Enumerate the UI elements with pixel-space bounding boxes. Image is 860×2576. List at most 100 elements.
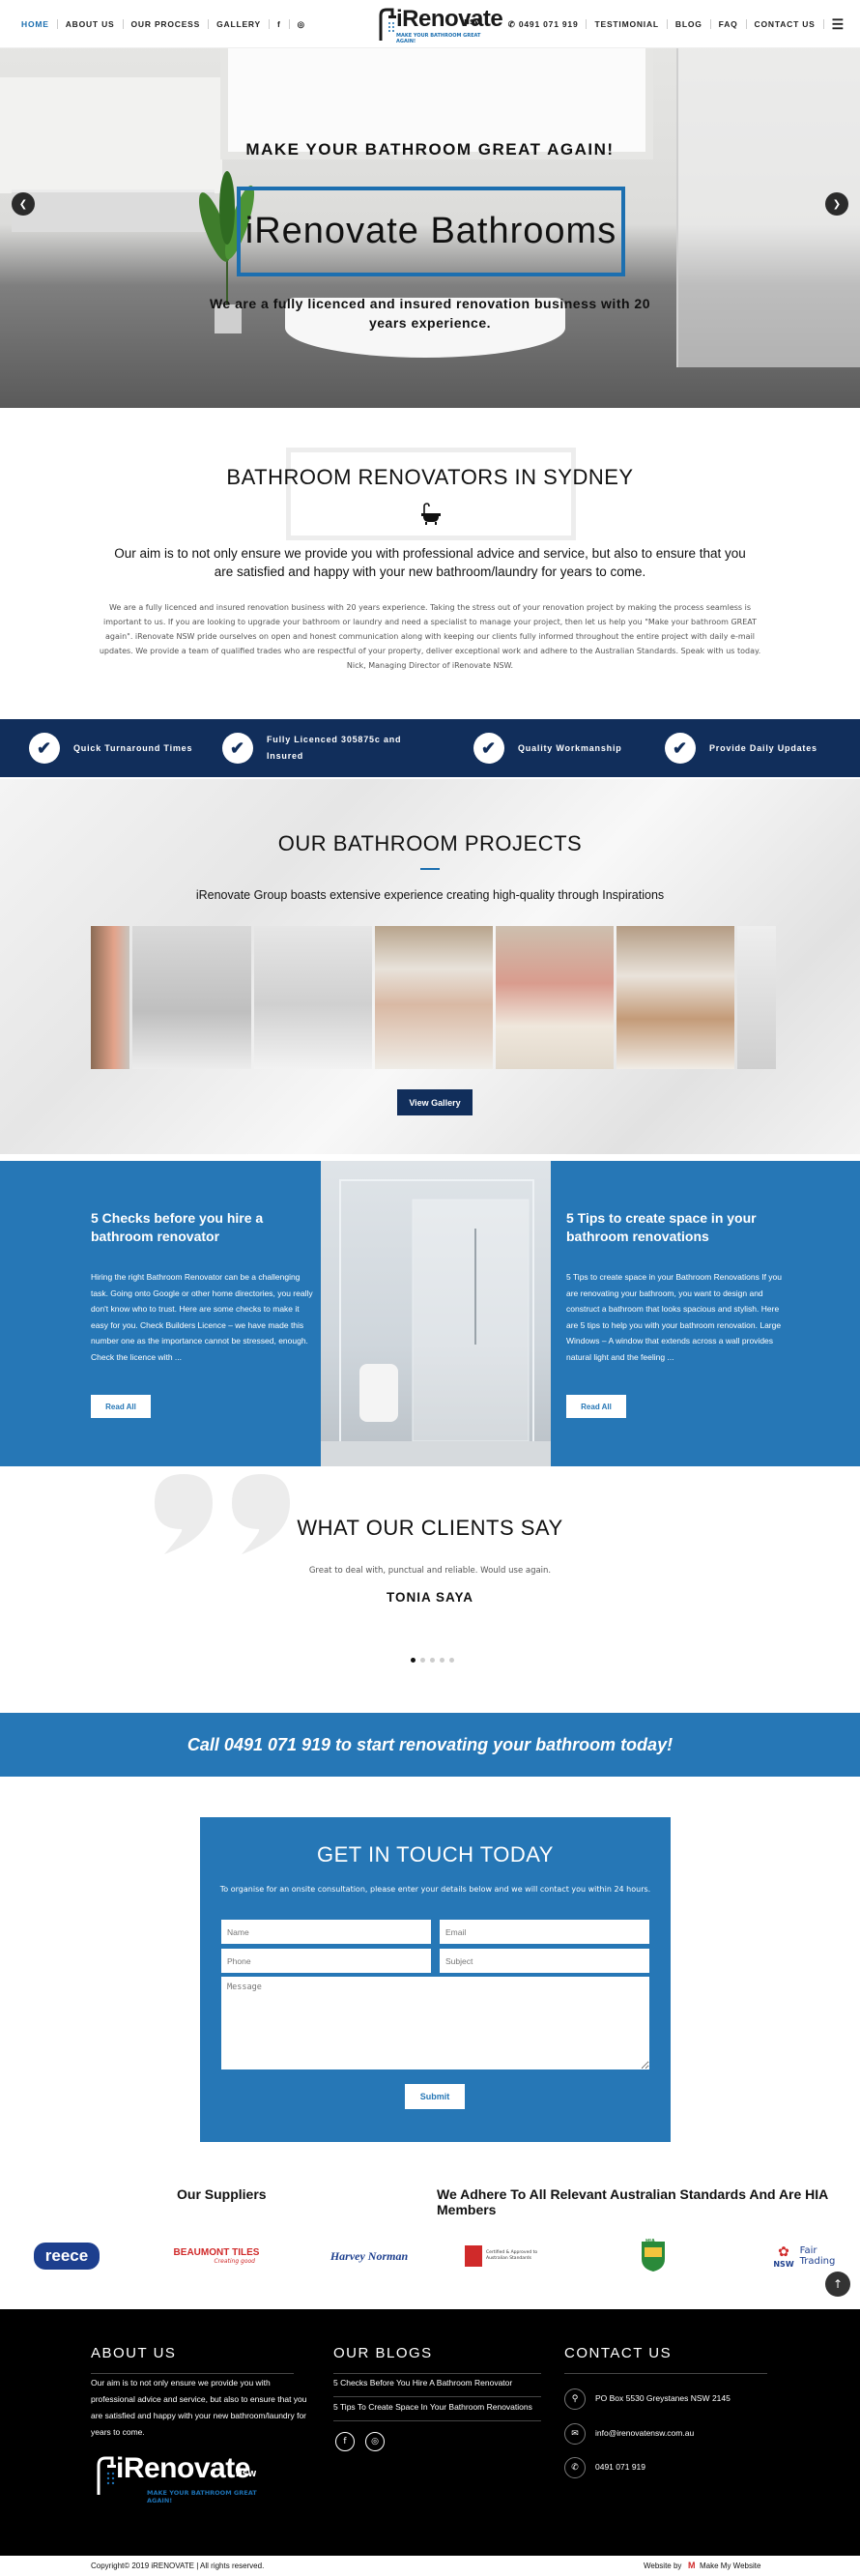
facebook-icon[interactable]: f	[270, 19, 290, 29]
gallery-photo[interactable]	[496, 926, 614, 1069]
gallery-photo[interactable]	[254, 926, 372, 1069]
nav-home[interactable]: HOME	[14, 19, 58, 29]
site-header: HOME ABOUT US OUR PROCESS GALLERY f ◎ iR…	[0, 0, 860, 48]
blog-title[interactable]: 5 Checks before you hire a bathroom reno…	[91, 1209, 313, 1246]
blog-card: 5 Tips to create space in your bathroom …	[551, 1161, 860, 1466]
shower-image	[321, 1179, 551, 1466]
feature-item: ✔ Provide Daily Updates	[665, 719, 817, 777]
check-circle-icon: ✔	[29, 733, 60, 764]
blog-bathroom-image	[321, 1161, 551, 1466]
slider-next-icon[interactable]: ❯	[825, 192, 848, 216]
projects-title: OUR BATHROOM PROJECTS	[277, 831, 583, 855]
name-field[interactable]	[221, 1920, 431, 1944]
projects-subtitle: iRenovate Group boasts extensive experie…	[195, 888, 665, 902]
nav-faq[interactable]: FAQ	[711, 19, 747, 29]
gallery-photo[interactable]	[91, 926, 129, 1069]
credit-link[interactable]: Make My Website	[700, 2562, 760, 2570]
footer-logo-tagline: MAKE YOUR BATHROOM GREAT AGAIN!	[147, 2489, 257, 2504]
intro-body: We are a fully licenced and insured reno…	[99, 603, 761, 670]
site-logo[interactable]: iRenovate NSW MAKE YOUR BATHROOM GREAT A…	[375, 4, 503, 44]
beaumont-tagline: Creating good	[214, 2258, 255, 2265]
hero-wall	[0, 77, 222, 193]
subject-field[interactable]	[440, 1949, 649, 1973]
carousel-dot[interactable]	[440, 1658, 444, 1663]
gallery-photo[interactable]	[737, 926, 776, 1069]
instagram-icon[interactable]: ◎	[365, 2432, 385, 2451]
footer-divider	[333, 2373, 541, 2374]
blog-excerpt: 5 Tips to create space in your Bathroom …	[566, 1272, 783, 1362]
intro-lead: Our aim is to not only ensure we provide…	[114, 546, 746, 579]
carousel-dot[interactable]	[449, 1658, 454, 1663]
footer-logo[interactable]: iRenovate NSW MAKE YOUR BATHROOM GREAT A…	[91, 2452, 265, 2508]
nav-gallery[interactable]: GALLERY	[209, 19, 271, 29]
slider-prev-icon[interactable]: ❮	[12, 192, 35, 216]
nav-contact-us[interactable]: CONTACT US	[747, 19, 824, 29]
carousel-dot[interactable]	[430, 1658, 435, 1663]
carousel-dot[interactable]	[420, 1658, 425, 1663]
carousel-dot[interactable]	[411, 1658, 416, 1663]
contact-form: GET IN TOUCH TODAY To organise for an on…	[200, 1817, 671, 2142]
view-gallery-button[interactable]: View Gallery	[397, 1089, 473, 1115]
beaumont-tiles-logo: BEAUMONT TILES Creating good	[168, 2237, 265, 2275]
blog-excerpt: Hiring the right Bathroom Renovator can …	[91, 1272, 313, 1362]
blog-title[interactable]: 5 Tips to create space in your bathroom …	[566, 1209, 788, 1246]
feature-label: Provide Daily Updates	[709, 742, 817, 753]
message-field[interactable]	[221, 1977, 649, 2069]
feature-item: ✔ Quality Workmanship	[473, 719, 622, 777]
hero-vanity	[12, 189, 215, 232]
footer-logo-text: iRenovate	[116, 2452, 250, 2484]
projects-section: OUR BATHROOM PROJECTS iRenovate Group bo…	[0, 779, 860, 1154]
email-field[interactable]	[440, 1920, 649, 1944]
footer-phone[interactable]: 0491 071 919	[595, 2459, 645, 2475]
instagram-icon[interactable]: ◎	[290, 19, 313, 29]
footer-blogs-title: OUR BLOGS	[333, 2345, 433, 2361]
gallery-photo[interactable]	[132, 926, 251, 1069]
nav-testimonial[interactable]: TESTIMONIAL	[587, 19, 668, 29]
nav-blog[interactable]: BLOG	[668, 19, 711, 29]
call-to-action-banner: Call 0491 071 919 to start renovating yo…	[0, 1713, 860, 1777]
feature-label: Quick Turnaround Times	[73, 742, 193, 753]
cta-text[interactable]: Call 0491 071 919 to start renovating yo…	[187, 1735, 673, 1755]
harvey-norman-logo: Harvey Norman	[323, 2237, 416, 2275]
feature-label: Fully Licenced 305875c and Insured	[267, 735, 402, 761]
site-footer: ABOUT US Our aim is to not only ensure w…	[0, 2309, 860, 2556]
facebook-icon[interactable]: f	[335, 2432, 355, 2451]
contact-subtitle: To organise for an onsite consultation, …	[219, 1885, 651, 1894]
hero-title-box: iRenovate Bathrooms	[237, 187, 625, 276]
nav-our-process[interactable]: OUR PROCESS	[124, 19, 210, 29]
nav-about-us[interactable]: ABOUT US	[58, 19, 124, 29]
certified-text: Certified & Approved to Australian Stand…	[486, 2250, 538, 2261]
footer-logo-suffix: NSW	[236, 2470, 257, 2478]
phone-field[interactable]	[221, 1949, 431, 1973]
hia-shield-icon	[642, 2242, 665, 2272]
nav-phone[interactable]: ✆ 0491 071 919	[501, 19, 588, 29]
fair-trading-text: Fair Trading	[799, 2245, 836, 2267]
footer-email[interactable]: info@irenovatensw.com.au	[595, 2425, 694, 2442]
intro-title: BATHROOM RENOVATORS IN SYDNEY	[226, 465, 634, 489]
read-all-button[interactable]: Read All	[566, 1395, 626, 1418]
footer-about-title: ABOUT US	[91, 2345, 177, 2361]
hamburger-menu-icon[interactable]: ☰	[824, 17, 852, 31]
bottom-bar: Copyright© 2019 iRENOVATE | All rights r…	[0, 2556, 860, 2576]
gallery-photo[interactable]	[375, 926, 493, 1069]
check-circle-icon: ✔	[473, 733, 504, 764]
waratah-icon: ✿	[778, 2243, 789, 2260]
read-all-button[interactable]: Read All	[91, 1395, 151, 1418]
hero-title: iRenovate Bathrooms	[244, 211, 617, 251]
hia-text: HIA	[645, 2239, 655, 2244]
submit-button[interactable]: Submit	[405, 2084, 465, 2109]
footer-address: PO Box 5530 Greystanes NSW 2145	[595, 2393, 731, 2403]
gallery-photo[interactable]	[616, 926, 734, 1069]
blog-section: 5 Checks before you hire a bathroom reno…	[0, 1161, 860, 1466]
back-to-top-icon[interactable]: ↑	[825, 2272, 850, 2297]
logo-text: iRenovate	[396, 6, 503, 32]
suppliers-title: Our Suppliers	[177, 2186, 267, 2202]
nsw-fair-trading-logo: ✿ NSW Fair Trading	[767, 2237, 845, 2275]
nsw-text: NSW	[773, 2259, 794, 2269]
footer-blog-link[interactable]: 5 Tips To Create Space In Your Bathroom …	[333, 2399, 541, 2416]
footer-blog-link[interactable]: 5 Checks Before You Hire A Bathroom Reno…	[333, 2375, 541, 2391]
check-circle-icon: ✔	[665, 733, 696, 764]
hero-description: We are a fully licenced and insured reno…	[209, 296, 651, 331]
shower-logo-icon	[97, 2456, 116, 2495]
phone-icon: ✆	[507, 19, 519, 29]
